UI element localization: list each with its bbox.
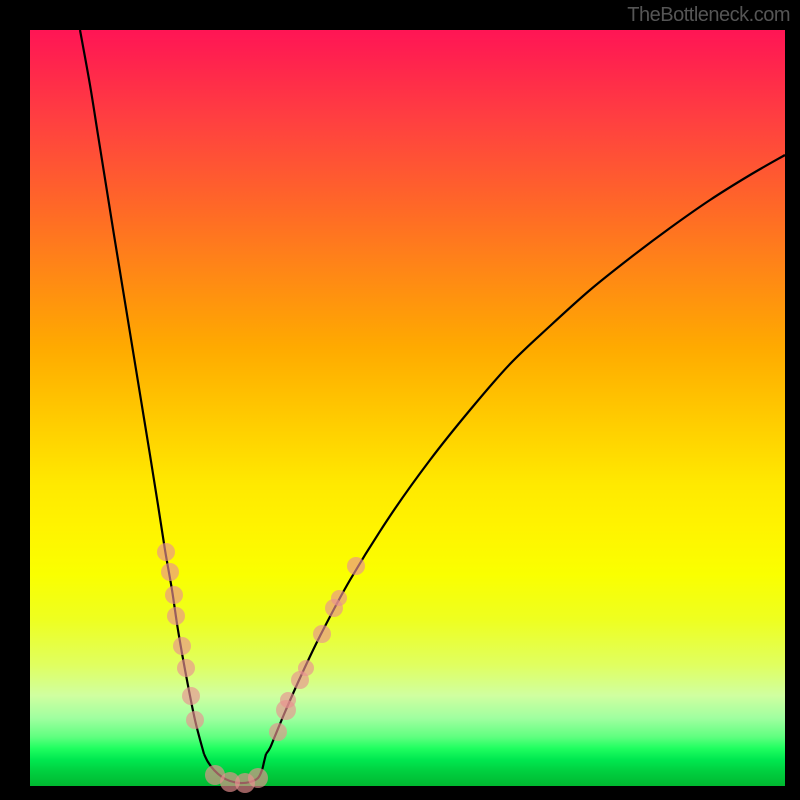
chart-svg — [30, 30, 785, 786]
data-point — [313, 625, 331, 643]
data-point — [186, 711, 204, 729]
data-point — [182, 687, 200, 705]
data-point — [167, 607, 185, 625]
chart-container: TheBottleneck.com — [0, 0, 800, 800]
data-point — [248, 768, 268, 788]
scatter-dots — [157, 543, 365, 793]
data-point — [331, 590, 347, 606]
data-point — [298, 660, 314, 676]
data-point — [347, 557, 365, 575]
watermark-text: TheBottleneck.com — [627, 4, 790, 27]
data-point — [269, 723, 287, 741]
data-point — [280, 692, 296, 708]
data-point — [177, 659, 195, 677]
data-point — [157, 543, 175, 561]
right-curve — [266, 155, 785, 754]
data-point — [161, 563, 179, 581]
data-point — [173, 637, 191, 655]
data-point — [165, 586, 183, 604]
